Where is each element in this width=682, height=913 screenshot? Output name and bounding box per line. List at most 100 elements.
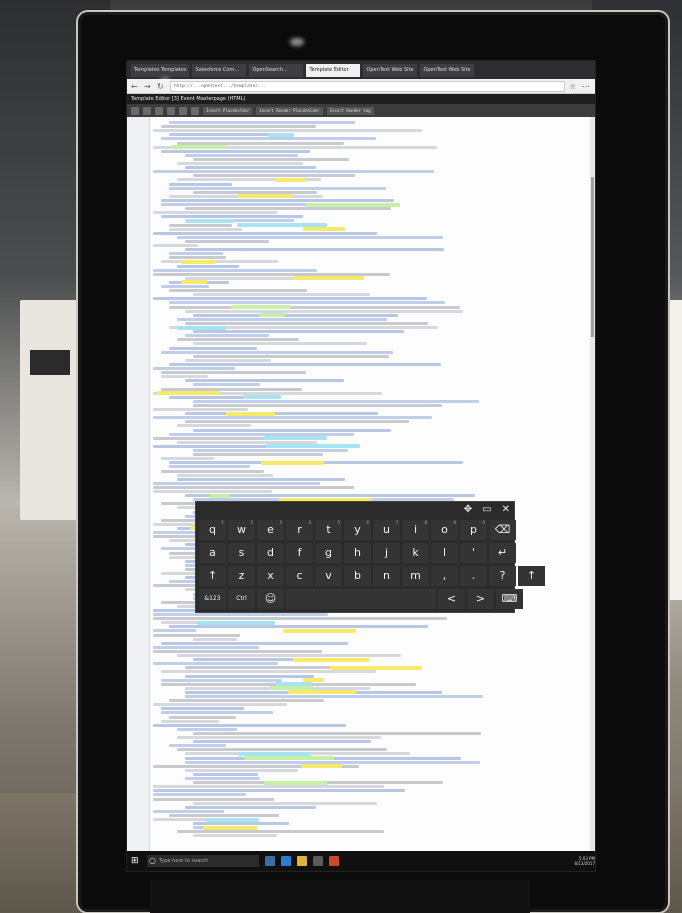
code-line [185, 695, 483, 698]
key[interactable]: ↑ [199, 566, 226, 586]
key[interactable]: ↵ [489, 543, 516, 563]
code-line [161, 670, 377, 674]
render-tag-select[interactable]: Insert Render tag [326, 106, 374, 115]
key[interactable]: h [344, 543, 371, 563]
browser-tab[interactable]: OpenText Web Site [420, 63, 475, 77]
key[interactable]: v [315, 566, 342, 586]
code-highlight [244, 756, 335, 760]
key-label: i [413, 523, 418, 536]
code-line [153, 797, 274, 801]
key[interactable]: g [315, 543, 342, 563]
key[interactable]: x [257, 566, 284, 586]
key-label: z [238, 569, 245, 582]
key-label: ' [471, 546, 476, 559]
key[interactable]: j [373, 543, 400, 563]
code-line [153, 629, 197, 633]
back-icon[interactable]: ← [131, 82, 140, 91]
forward-icon[interactable]: → [144, 82, 153, 91]
key[interactable]: . [460, 566, 487, 586]
code-line [153, 244, 199, 247]
key[interactable]: p0 [460, 520, 487, 540]
browser-tabbar: Templates Templates Salesforce Com... Open… [127, 61, 595, 79]
taskbar-search[interactable]: ○ Type here to search [147, 855, 259, 867]
copy-button[interactable] [191, 106, 199, 115]
key[interactable]: ? [489, 566, 516, 586]
key[interactable]: i8 [402, 520, 429, 540]
key[interactable]: ⌫ [489, 520, 516, 540]
file-explorer-icon[interactable] [297, 856, 307, 866]
browser-tab[interactable]: OpenSearch... [249, 63, 304, 77]
favorite-icon[interactable]: ☆ [569, 82, 578, 91]
key[interactable]: n [373, 566, 400, 586]
code-line [169, 744, 227, 748]
key[interactable]: w2 [228, 520, 255, 540]
code-editor[interactable] [127, 117, 595, 851]
key[interactable]: f [286, 543, 313, 563]
redo-button[interactable] [155, 106, 163, 115]
browser-tab[interactable]: Templates Templates [131, 63, 190, 77]
code-highlight [263, 780, 327, 785]
code-highlight [186, 218, 235, 223]
undo-button[interactable] [143, 106, 151, 115]
key[interactable]: m [402, 566, 429, 586]
keyboard-move-icon[interactable]: ✥ [464, 504, 472, 515]
key-label: n [383, 569, 390, 582]
key[interactable]: d [257, 543, 284, 563]
code-line [177, 473, 273, 477]
key[interactable]: b [344, 566, 371, 586]
code-line [185, 334, 269, 338]
key[interactable]: , [431, 566, 458, 586]
key[interactable]: Ctrl [228, 589, 255, 609]
code-line [153, 809, 224, 813]
key-label: t [326, 523, 331, 536]
windows-start-icon[interactable]: ⊞ [131, 856, 141, 866]
key[interactable]: < [438, 589, 465, 609]
key[interactable]: ☺ [257, 589, 284, 609]
url-field[interactable]: http://...opentext.../template/... [170, 80, 565, 92]
cut-button[interactable] [179, 106, 187, 115]
key[interactable]: o9 [431, 520, 458, 540]
key[interactable]: u7 [373, 520, 400, 540]
store-icon[interactable] [313, 856, 323, 866]
browser-tab[interactable]: OpenText Web Site [363, 63, 418, 77]
save-button[interactable] [131, 106, 139, 115]
key[interactable]: ' [460, 543, 487, 563]
keyboard-dock-icon[interactable]: ▭ [482, 504, 491, 515]
key[interactable]: k [402, 543, 429, 563]
menu-icon[interactable]: ⋯ [582, 82, 591, 91]
key-secondary-label: 5 [337, 520, 340, 525]
key[interactable]: z [228, 566, 255, 586]
keyboard-close-icon[interactable]: ✕ [502, 504, 510, 515]
key[interactable]: ⌨ [496, 589, 523, 609]
browser-tab[interactable]: Template Editor [306, 63, 361, 77]
code-line [153, 789, 406, 793]
code-highlight [303, 227, 345, 232]
keyboard-row: &123 Ctrl ☺ < > ⌨ [199, 589, 523, 609]
browser-tab[interactable]: Salesforce Com... [192, 63, 247, 77]
key[interactable]: t5 [315, 520, 342, 540]
key[interactable]: q1 [199, 520, 226, 540]
code-line [161, 137, 376, 141]
scrollbar-thumb[interactable] [591, 177, 594, 337]
key[interactable]: y6 [344, 520, 371, 540]
key[interactable]: a [199, 543, 226, 563]
key[interactable]: > [467, 589, 494, 609]
find-button[interactable] [167, 106, 175, 115]
code-line [153, 129, 422, 133]
key[interactable]: ↑ [518, 566, 545, 586]
key[interactable]: c [286, 566, 313, 586]
chrome-icon[interactable] [329, 856, 339, 866]
key[interactable]: l [431, 543, 458, 563]
edge-icon[interactable] [281, 856, 291, 866]
key[interactable]: e3 [257, 520, 284, 540]
key-secondary-label: 2 [250, 520, 253, 525]
key-label: x [267, 569, 274, 582]
editor-scrollbar[interactable] [590, 117, 595, 851]
spacebar-key[interactable] [286, 589, 436, 609]
placeholder-select[interactable]: Insert Placeholder [203, 106, 253, 115]
key[interactable]: &123 [199, 589, 226, 609]
task-view-icon[interactable] [265, 856, 275, 866]
key[interactable]: s [228, 543, 255, 563]
render-placeholder-select[interactable]: Insert Render Placeholder [256, 106, 323, 115]
key[interactable]: r4 [286, 520, 313, 540]
